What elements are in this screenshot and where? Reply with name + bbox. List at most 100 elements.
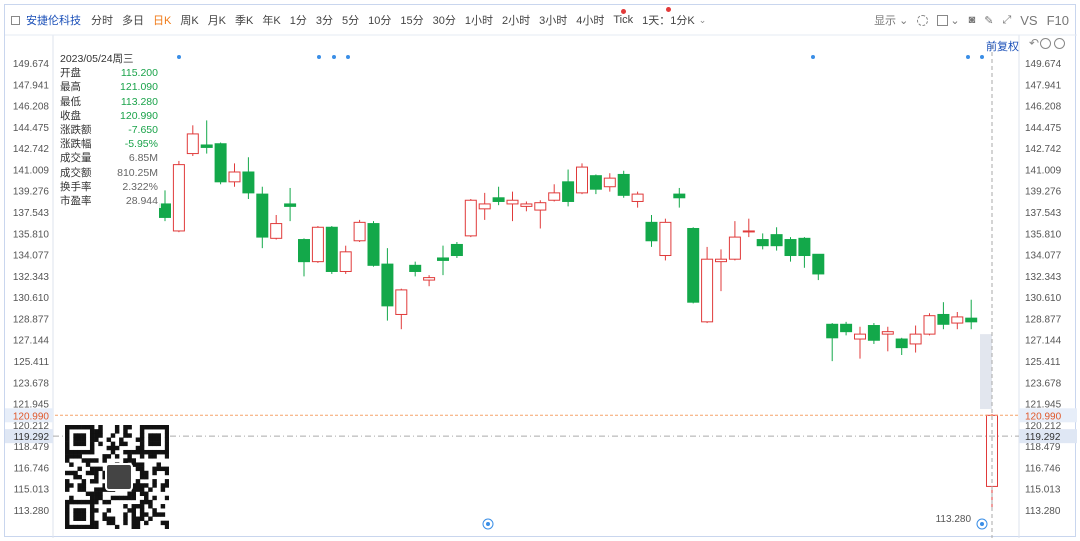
info-value: 115.200 <box>120 67 158 80</box>
qr-logo <box>105 463 133 491</box>
y-tick-label-right: 142.742 <box>1025 144 1062 155</box>
info-label: 开盘 <box>60 67 81 80</box>
y-tick-label-left: 144.475 <box>13 123 50 134</box>
ohlc-info-panel: 2023/05/24周三 开盘 115.200 最高 121.090 最低 113.280… <box>57 52 161 209</box>
info-row: 涨跌幅 -5.95% <box>57 137 161 151</box>
info-label: 成交额 <box>60 166 92 179</box>
candle-body <box>673 193 686 199</box>
info-value: 120.990 <box>120 109 158 122</box>
y-tick-label-left: 116.746 <box>14 463 50 474</box>
candle-body <box>631 193 644 202</box>
candle-body <box>367 223 380 266</box>
candle-body <box>437 257 449 261</box>
info-date: 2023/05/24周三 <box>60 53 134 65</box>
candle-body <box>589 175 602 190</box>
candle-body <box>409 264 422 272</box>
y-tick-label-right: 123.678 <box>1025 378 1062 389</box>
y-tick-label-left: 146.208 <box>13 102 50 113</box>
candle-body <box>548 192 561 201</box>
candle-body <box>923 315 936 335</box>
info-value: -5.95% <box>124 138 158 151</box>
candle-body <box>603 177 616 188</box>
y-tick-label-left: 130.610 <box>13 293 50 304</box>
y-tick-label-right: 118.479 <box>1025 442 1061 453</box>
info-row: 换手率 2.322% <box>57 180 161 194</box>
current-price-label-left: 120.990 <box>13 411 50 422</box>
current-price-label-right: 120.990 <box>1025 411 1062 422</box>
info-label: 最高 <box>60 81 81 94</box>
candle-body <box>854 333 866 340</box>
y-tick-label-left: 118.479 <box>14 442 50 453</box>
candle-body <box>506 199 519 205</box>
candle-body <box>325 226 338 272</box>
info-label: 收盘 <box>60 109 81 122</box>
qr-code <box>65 425 170 530</box>
cursor-price-label-right: 119.292 <box>1025 432 1061 443</box>
candle-body <box>895 338 908 349</box>
y-tick-label-left: 132.343 <box>13 272 50 283</box>
info-row: 收盘 120.990 <box>57 109 161 123</box>
y-tick-label-left: 123.678 <box>13 378 50 389</box>
candle-body <box>228 171 241 183</box>
candle-body <box>701 258 714 323</box>
info-value: 2.322% <box>122 180 158 193</box>
y-tick-label-right: 116.746 <box>1025 463 1061 474</box>
candle-body <box>909 333 922 345</box>
y-tick-label-right: 125.411 <box>1025 357 1061 368</box>
y-tick-label-right: 115.013 <box>1025 485 1061 496</box>
candle-body <box>951 316 964 324</box>
candle-body <box>742 230 755 233</box>
candle-body <box>172 164 185 232</box>
y-tick-label-left: 141.009 <box>13 165 50 176</box>
candle-body <box>867 325 880 341</box>
y-tick-label-left: 113.280 <box>14 506 50 517</box>
y-tick-label-right: 146.208 <box>1025 102 1062 113</box>
y-tick-label-left: 115.013 <box>14 485 50 496</box>
candle-body <box>659 221 672 257</box>
undo-icon[interactable]: ↶ <box>1029 36 1039 50</box>
candle-body <box>353 221 366 242</box>
y-tick-label-left: 128.877 <box>13 314 50 325</box>
y-tick-label-left: 134.077 <box>13 251 50 262</box>
y-tick-label-left: 137.543 <box>13 208 50 219</box>
info-row: 涨跌额 -7.650 <box>57 123 161 137</box>
event-dot <box>811 55 815 59</box>
candle-body <box>159 203 171 218</box>
y-tick-label-right: 128.877 <box>1025 314 1062 325</box>
zoom-in-icon[interactable] <box>1054 38 1065 49</box>
y-tick-label-right: 134.077 <box>1025 251 1062 262</box>
candle-body <box>534 202 547 211</box>
candle-body <box>381 263 394 307</box>
candle-body <box>284 203 297 207</box>
low-price-label: 113.280 <box>936 514 972 525</box>
info-row: 最高 121.090 <box>57 80 161 94</box>
y-tick-label-left: 147.941 <box>13 80 50 91</box>
info-label: 换手率 <box>60 180 92 193</box>
adjust-mode-button[interactable]: 前复权 <box>986 38 1019 54</box>
event-marker-dot <box>980 522 984 526</box>
candle-body <box>464 199 477 237</box>
zoom-out-icon[interactable] <box>1040 38 1051 49</box>
candle-body <box>214 143 227 183</box>
info-row: 成交额 810.25M <box>57 166 161 180</box>
event-dot <box>332 55 336 59</box>
info-value: -7.650 <box>128 124 158 137</box>
y-tick-label-right: 144.475 <box>1025 123 1062 134</box>
info-label: 最低 <box>60 95 81 108</box>
candle-body <box>478 203 491 210</box>
candle-body <box>812 253 825 275</box>
y-tick-label-left: 142.742 <box>13 144 50 155</box>
candle-body <box>450 243 463 257</box>
y-tick-label-left: 135.810 <box>13 229 50 240</box>
info-value: 810.25M <box>117 166 158 179</box>
info-row: 成交量 6.85M <box>57 151 161 165</box>
candle-body <box>395 289 408 315</box>
info-label: 涨跌幅 <box>60 138 92 151</box>
candle-body <box>728 236 741 260</box>
candle-body <box>617 173 630 196</box>
y-tick-label-right: 130.610 <box>1025 293 1062 304</box>
info-label: 涨跌额 <box>60 124 92 137</box>
info-value: 28.944 <box>125 195 158 208</box>
cursor-price-label-left: 119.292 <box>14 432 50 443</box>
event-dot <box>177 55 181 59</box>
